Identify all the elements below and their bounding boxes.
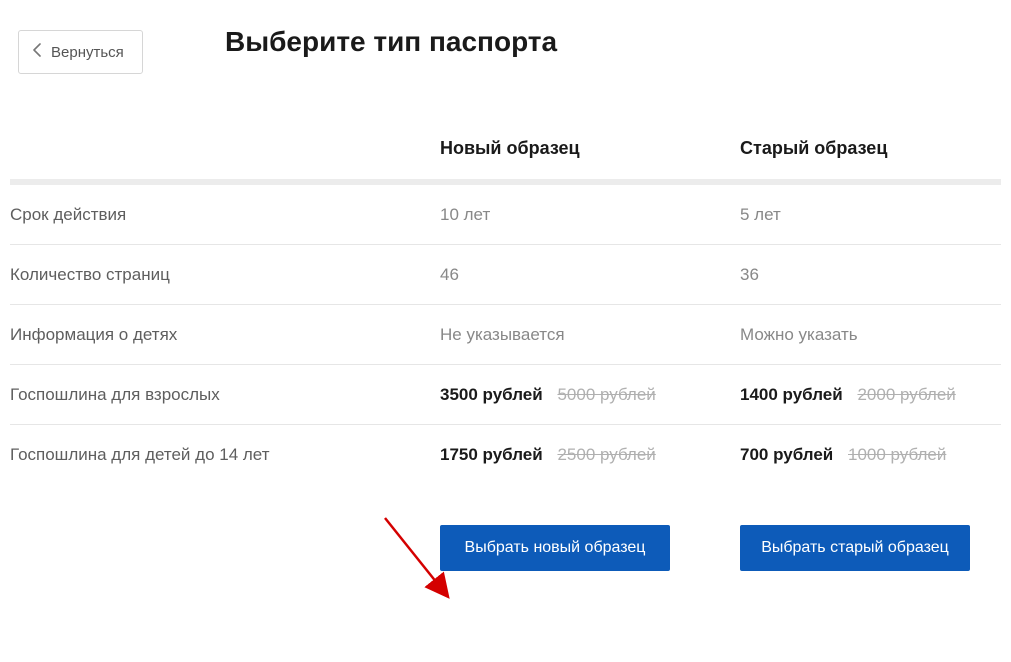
price-new: 1750 рублей — [440, 445, 543, 464]
row-label: Количество страниц — [10, 265, 440, 285]
button-row: Выбрать новый образец Выбрать старый обр… — [10, 485, 1001, 571]
price-new-old: 2500 рублей — [557, 445, 655, 464]
price-new-old: 5000 рублей — [557, 385, 655, 404]
cell-old: 1400 рублей 2000 рублей — [740, 385, 1001, 405]
chevron-left-icon — [33, 43, 41, 61]
row-label: Госпошлина для взрослых — [10, 385, 440, 405]
row-label: Госпошлина для детей до 14 лет — [10, 445, 440, 465]
select-new-button[interactable]: Выбрать новый образец — [440, 525, 670, 571]
header-old: Старый образец — [740, 138, 1001, 159]
cell-new: 46 — [440, 265, 740, 285]
cell-old: Можно указать — [740, 325, 1001, 345]
price-old-old: 2000 рублей — [857, 385, 955, 404]
btn-cell-old: Выбрать старый образец — [740, 525, 1001, 571]
row-validity: Срок действия 10 лет 5 лет — [10, 185, 1001, 245]
row-fee-adult: Госпошлина для взрослых 3500 рублей 5000… — [10, 365, 1001, 425]
cell-new: 3500 рублей 5000 рублей — [440, 385, 740, 405]
cell-old: 36 — [740, 265, 1001, 285]
select-old-button[interactable]: Выбрать старый образец — [740, 525, 970, 571]
cell-new: Не указывается — [440, 325, 740, 345]
price-old-old: 1000 рублей — [848, 445, 946, 464]
price-old: 1400 рублей — [740, 385, 843, 404]
row-children: Информация о детях Не указывается Можно … — [10, 305, 1001, 365]
row-label: Срок действия — [10, 205, 440, 225]
cell-new: 1750 рублей 2500 рублей — [440, 445, 740, 465]
header-new: Новый образец — [440, 138, 740, 159]
back-button-label: Вернуться — [51, 44, 124, 61]
back-button[interactable]: Вернуться — [18, 30, 143, 74]
btn-spacer — [10, 525, 440, 571]
row-fee-child: Госпошлина для детей до 14 лет 1750 рубл… — [10, 425, 1001, 485]
passport-compare-table: Новый образец Старый образец Срок действ… — [10, 120, 1001, 571]
table-header-row: Новый образец Старый образец — [10, 120, 1001, 185]
cell-new: 10 лет — [440, 205, 740, 225]
page-title: Выберите тип паспорта — [225, 26, 557, 58]
cell-old: 700 рублей 1000 рублей — [740, 445, 1001, 465]
row-label: Информация о детях — [10, 325, 440, 345]
row-pages: Количество страниц 46 36 — [10, 245, 1001, 305]
price-new: 3500 рублей — [440, 385, 543, 404]
btn-cell-new: Выбрать новый образец — [440, 525, 740, 571]
cell-old: 5 лет — [740, 205, 1001, 225]
price-old: 700 рублей — [740, 445, 833, 464]
